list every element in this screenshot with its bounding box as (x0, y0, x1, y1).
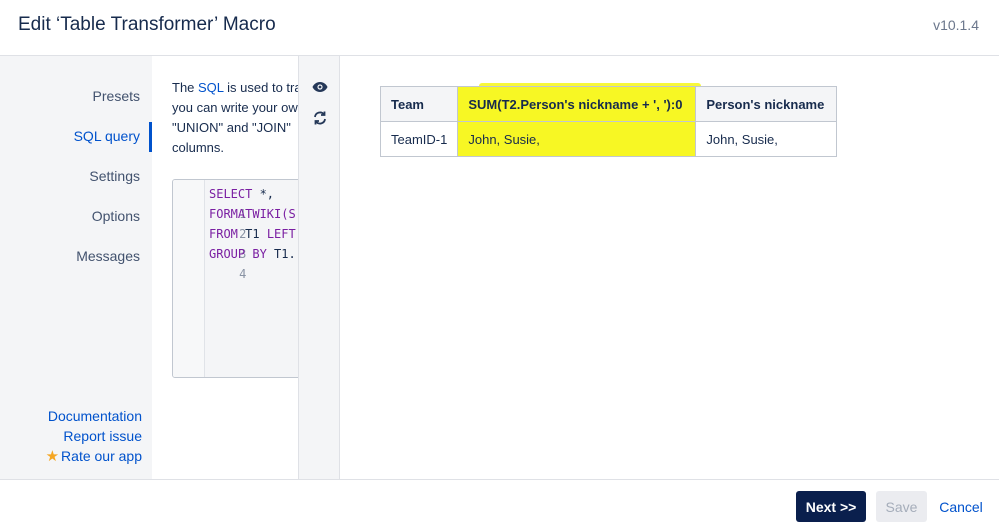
table-cell: TeamID-1 (379, 121, 459, 157)
desc-text: The (172, 80, 199, 95)
code-text: S (288, 207, 296, 221)
column-header: Person's nickname (695, 86, 838, 122)
sql-code-editor[interactable]: 1 SELECT *, 2 FORMATWIKI(S 3 FROM T1 LEF… (172, 179, 298, 378)
version-label: v10.1.4 (933, 17, 979, 33)
code-line: 4 GROUP BY T1. (173, 244, 298, 281)
rate-app-link[interactable]: ★ Rate our app (46, 446, 142, 467)
desc-text: is used to tra (223, 80, 298, 95)
rate-app-label: Rate our app (61, 448, 142, 464)
code-line: 2 FORMATWIKI(S (173, 204, 298, 241)
code-line: 1 SELECT *, (173, 184, 298, 221)
table-preview: Team SUM(T2.Person's nickname + ', '):0 … (341, 56, 999, 479)
star-icon: ★ (45, 448, 60, 465)
refresh-icon[interactable] (309, 107, 331, 129)
code-keyword: SELECT (209, 187, 253, 201)
sidebar-item-presets[interactable]: Presets (93, 88, 140, 104)
table-cell: John, Susie, (695, 121, 838, 157)
code-keyword: FORMATWIKI( (209, 207, 289, 221)
desc-line: columns. (172, 140, 225, 155)
column-header: Team (379, 86, 459, 122)
sql-link[interactable]: SQL (198, 80, 224, 95)
eye-icon[interactable] (309, 76, 331, 98)
dialog-header: Edit ‘Table Transformer’ Macro v10.1.4 (0, 0, 999, 56)
column-header: SUM(T2.Person's nickname + ', '):0 (457, 86, 697, 122)
result-table: Team SUM(T2.Person's nickname + ', '):0 … (379, 86, 838, 157)
code-keyword: LEFT (266, 227, 296, 241)
sidebar-item-settings[interactable]: Settings (89, 168, 140, 184)
sql-description: The SQL is used to tra you can write you… (172, 78, 298, 158)
dialog-title: Edit ‘Table Transformer’ Macro (18, 14, 276, 35)
code-text: *, (252, 187, 275, 201)
sidebar-item-options[interactable]: Options (92, 208, 140, 224)
line-number: 4 (239, 267, 247, 281)
documentation-link[interactable]: Documentation (46, 406, 142, 426)
code-keyword: FROM (209, 227, 238, 241)
table-cell: John, Susie, (457, 121, 697, 157)
table-row: TeamID-1 John, Susie, John, Susie, (379, 121, 838, 157)
report-issue-link[interactable]: Report issue (46, 426, 142, 446)
code-line: 3 FROM T1 LEFT (173, 224, 298, 261)
desc-line: "UNION" and "JOIN" (172, 120, 291, 135)
table-header-row: Team SUM(T2.Person's nickname + ', '):0 … (379, 86, 838, 122)
sql-editor-pane: The SQL is used to tra you can write you… (152, 56, 298, 479)
next-button[interactable]: Next >> (796, 491, 866, 522)
sidebar-links: Documentation Report issue ★ Rate our app (46, 406, 142, 467)
preview-toolbar (299, 56, 340, 479)
cancel-button[interactable]: Cancel (933, 491, 989, 522)
desc-line: you can write your ow (172, 100, 298, 115)
sidebar-item-sql-query[interactable]: SQL query (74, 128, 140, 144)
save-button[interactable]: Save (876, 491, 927, 522)
sidebar: Presets SQL query Settings Options Messa… (0, 56, 152, 479)
code-text: T1. (266, 247, 296, 261)
dialog-footer: Next >> Save Cancel (0, 479, 999, 531)
code-keyword: GROUP BY (209, 247, 267, 261)
sidebar-item-messages[interactable]: Messages (76, 248, 140, 264)
code-text: T1 (237, 227, 267, 241)
